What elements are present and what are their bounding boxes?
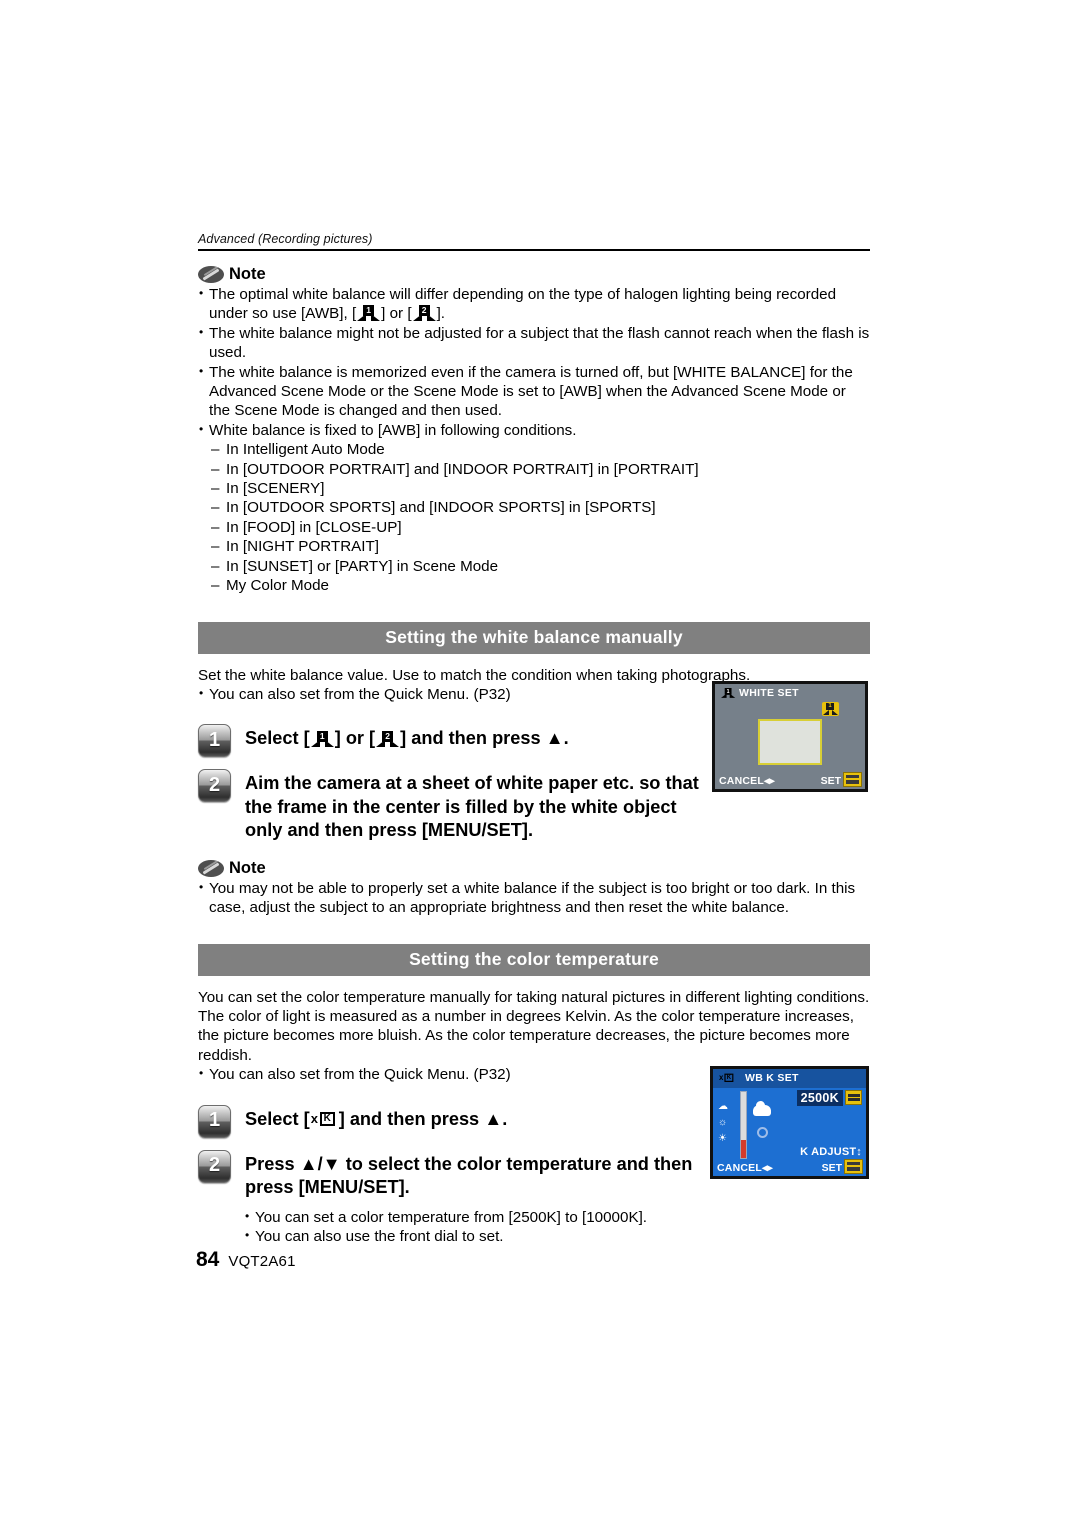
- list-item: In Intelligent Auto Mode: [211, 440, 870, 460]
- wb-step-2-text: Aim the camera at a sheet of white paper…: [245, 773, 699, 841]
- page-number: 84: [196, 1248, 220, 1271]
- cancel-arrows-icon: ◂▸: [763, 775, 775, 787]
- list-item: The white balance might not be adjusted …: [198, 323, 870, 363]
- list-item: In [OUTDOOR PORTRAIT] and [INDOOR PORTRA…: [211, 460, 870, 480]
- list-item: The white balance is memorized even if t…: [198, 362, 870, 421]
- step-number-badge: 1: [198, 1104, 231, 1138]
- lcd-set-label: SET: [820, 775, 841, 787]
- kelvin-screen-icon: xK: [718, 1073, 742, 1085]
- lcd-preview-wb-k-set: xK WB K SET 2500K ☁ ☼ ☀ K ADJUST↕ CANCEL◂▸…: [710, 1066, 869, 1179]
- list-item: In [NIGHT PORTRAIT]: [211, 537, 870, 557]
- note-list-top: The optimal white balance will differ de…: [198, 284, 870, 440]
- list-item: In [OUTDOOR SPORTS] and [INDOOR SPORTS] …: [211, 498, 870, 518]
- note-label: Note: [229, 265, 266, 283]
- pencil-note-icon: [198, 266, 224, 283]
- white-target-frame: [758, 719, 822, 765]
- kelvin-slider[interactable]: [740, 1091, 747, 1159]
- lcd-preview-white-set: 1 WHITE SET 1 CANCEL◂▸ SET: [712, 681, 868, 792]
- list-item: In [SCENERY]: [211, 479, 870, 499]
- up-down-arrows-icon: [845, 1090, 862, 1105]
- step-number-badge: 2: [198, 1149, 231, 1183]
- step-number-badge: 2: [198, 769, 231, 803]
- list-item: In [SUNSET] or [PARTY] in Scene Mode: [211, 557, 870, 577]
- menu-set-button-icon: [843, 772, 862, 787]
- lcd-set-label: SET: [821, 1162, 842, 1174]
- cloud-icon: [753, 1101, 771, 1116]
- list-item: You may not be able to properly set a wh…: [198, 878, 870, 918]
- menu-set-button-icon: [844, 1159, 863, 1174]
- section-heading-color-temperature: Setting the color temperature: [198, 943, 870, 976]
- lcd-cancel-label: CANCEL◂▸: [719, 775, 775, 787]
- white-balance-badge-icon: 1: [822, 702, 839, 716]
- running-head: Advanced (Recording pictures): [198, 232, 373, 246]
- list-item: My Color Mode: [211, 576, 870, 596]
- wb-step-1-text: Select [1] or [2] and then press ▲.: [245, 728, 569, 749]
- lcd-cancel-label: CANCEL◂▸: [717, 1162, 773, 1174]
- white-set-1-icon: 1: [357, 305, 381, 322]
- lcd-title-white-set: WHITE SET: [739, 687, 799, 699]
- section-heading-white-balance: Setting the white balance manually: [198, 621, 870, 654]
- kelvin-value-display: 2500K: [796, 1090, 843, 1106]
- sun-icon: [757, 1127, 768, 1138]
- list-item: You can set a color temperature from [25…: [244, 1207, 870, 1227]
- list-item: You can also use the front dial to set.: [244, 1226, 870, 1246]
- white-balance-kelvin-icon: xK: [311, 1111, 338, 1128]
- white-set-1-icon: 1: [721, 688, 736, 698]
- wb-note-list: You may not be able to properly set a wh…: [198, 878, 870, 918]
- note-heading-wb: Note: [198, 859, 870, 878]
- kelvin-scale-icons: ☁ ☼ ☀: [718, 1101, 728, 1144]
- step-number-badge: 1: [198, 724, 231, 758]
- list-item: The optimal white balance will differ de…: [198, 284, 870, 324]
- list-item: White balance is fixed to [AWB] in follo…: [198, 420, 870, 440]
- page-footer: 84 VQT2A61: [196, 1248, 296, 1272]
- lcd-title-wb-k-set: WB K SET: [745, 1072, 799, 1084]
- awb-conditions-list: In Intelligent Auto Mode In [OUTDOOR POR…: [198, 440, 870, 596]
- slider-fill: [741, 1140, 746, 1158]
- white-set-screen-icon: 1: [720, 688, 736, 699]
- white-set-2-icon: 2: [376, 731, 400, 748]
- white-balance-kelvin-icon: xK: [719, 1073, 735, 1083]
- manual-page: Advanced (Recording pictures) Note The o…: [0, 0, 1080, 1526]
- white-set-1-icon: 1: [310, 731, 334, 748]
- document-code: VQT2A61: [228, 1253, 296, 1270]
- ct-bullet-list: You can set a color temperature from [25…: [198, 1207, 870, 1247]
- note-heading-top: Note: [198, 265, 870, 284]
- ct-step-2-text: Press ▲/▼ to select the color temperatur…: [245, 1153, 693, 1198]
- k-adjust-label: K ADJUST↕: [800, 1146, 862, 1158]
- pencil-note-icon: [198, 859, 224, 877]
- white-set-2-icon: 2: [412, 305, 436, 322]
- list-item: In [FOOD] in [CLOSE-UP]: [211, 518, 870, 538]
- header-rule: [198, 249, 870, 251]
- ct-step-1-text: Select [x K] and then press ▲.: [245, 1108, 508, 1129]
- cancel-arrows-icon: ◂▸: [761, 1162, 773, 1174]
- note-label: Note: [229, 858, 266, 877]
- ct-intro-paragraph: You can set the color temperature manual…: [198, 988, 870, 1064]
